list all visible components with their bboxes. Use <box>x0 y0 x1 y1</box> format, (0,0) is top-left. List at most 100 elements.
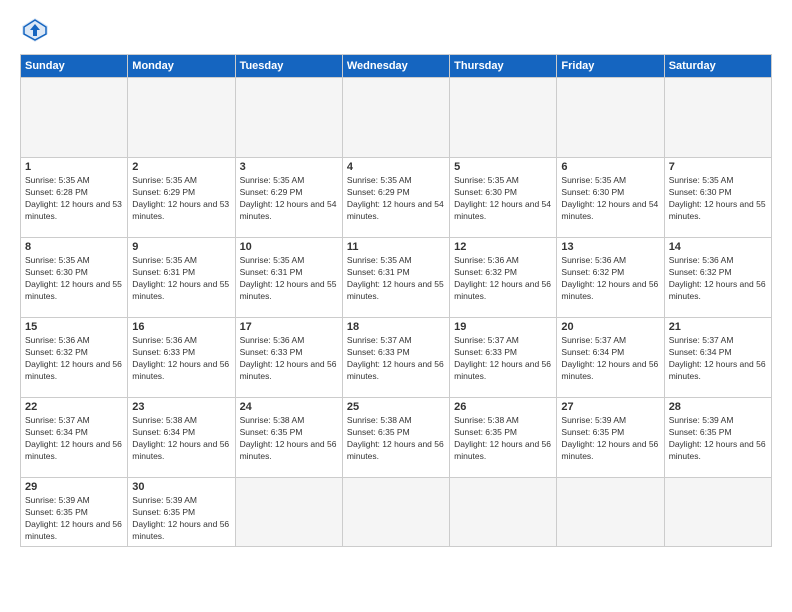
day-number: 22 <box>25 401 123 413</box>
table-row: 9Sunrise: 5:35 AMSunset: 6:31 PMDaylight… <box>128 238 235 318</box>
day-info: Sunrise: 5:35 AMSunset: 6:31 PMDaylight:… <box>347 255 445 303</box>
day-number: 2 <box>132 161 230 173</box>
day-info: Sunrise: 5:36 AMSunset: 6:32 PMDaylight:… <box>25 335 123 383</box>
day-number: 3 <box>240 161 338 173</box>
table-row <box>235 78 342 158</box>
table-row: 18 Sunrise: 5:37 AMSunset: 6:33 PMDayligh… <box>342 318 449 398</box>
day-info: Sunrise: 5:37 AMSunset: 6:33 PMDaylight:… <box>454 335 552 383</box>
table-row: 3 Sunrise: 5:35 AMSunset: 6:29 PMDaylight… <box>235 158 342 238</box>
table-row: 20 Sunrise: 5:37 AMSunset: 6:34 PMDayligh… <box>557 318 664 398</box>
day-info: Sunrise: 5:38 AMSunset: 6:35 PMDaylight:… <box>347 415 445 463</box>
day-info: Sunrise: 5:36 AMSunset: 6:32 PMDaylight:… <box>669 255 767 303</box>
day-number: 9 <box>132 241 230 253</box>
day-number: 4 <box>347 161 445 173</box>
table-row: 8 Sunrise: 5:35 AMSunset: 6:30 PMDaylight… <box>21 238 128 318</box>
calendar-week-row <box>21 78 772 158</box>
table-row: 13Sunrise: 5:36 AMSunset: 6:32 PMDayligh… <box>557 238 664 318</box>
calendar-table: Sunday Monday Tuesday Wednesday Thursday… <box>20 54 772 547</box>
calendar-week-row: 8 Sunrise: 5:35 AMSunset: 6:30 PMDaylight… <box>21 238 772 318</box>
day-info: Sunrise: 5:37 AMSunset: 6:34 PMDaylight:… <box>669 335 767 383</box>
table-row <box>557 478 664 547</box>
table-row <box>128 78 235 158</box>
header-friday: Friday <box>557 55 664 78</box>
day-number: 1 <box>25 161 123 173</box>
table-row: 19 Sunrise: 5:37 AMSunset: 6:33 PMDayligh… <box>450 318 557 398</box>
day-info: Sunrise: 5:38 AMSunset: 6:35 PMDaylight:… <box>240 415 338 463</box>
day-number: 27 <box>561 401 659 413</box>
day-number: 8 <box>25 241 123 253</box>
table-row: 16 Sunrise: 5:36 AMSunset: 6:33 PMDayligh… <box>128 318 235 398</box>
calendar-week-row: 22 Sunrise: 5:37 AMSunset: 6:34 PMDayligh… <box>21 398 772 478</box>
day-number: 19 <box>454 321 552 333</box>
day-info: Sunrise: 5:35 AMSunset: 6:31 PMDaylight:… <box>240 255 338 303</box>
day-number: 17 <box>240 321 338 333</box>
table-row <box>664 478 771 547</box>
table-row: 15 Sunrise: 5:36 AMSunset: 6:32 PMDayligh… <box>21 318 128 398</box>
day-info: Sunrise: 5:37 AMSunset: 6:34 PMDaylight:… <box>25 415 123 463</box>
table-row: 27 Sunrise: 5:39 AMSunset: 6:35 PMDayligh… <box>557 398 664 478</box>
table-row <box>664 78 771 158</box>
day-number: 10 <box>240 241 338 253</box>
table-row: 11Sunrise: 5:35 AMSunset: 6:31 PMDayligh… <box>342 238 449 318</box>
table-row: 1 Sunrise: 5:35 AMSunset: 6:28 PMDaylight… <box>21 158 128 238</box>
table-row: 4Sunrise: 5:35 AMSunset: 6:29 PMDaylight… <box>342 158 449 238</box>
table-row <box>235 478 342 547</box>
table-row: 10 Sunrise: 5:35 AMSunset: 6:31 PMDayligh… <box>235 238 342 318</box>
table-row: 14 Sunrise: 5:36 AMSunset: 6:32 PMDayligh… <box>664 238 771 318</box>
table-row: 24 Sunrise: 5:38 AMSunset: 6:35 PMDayligh… <box>235 398 342 478</box>
day-number: 6 <box>561 161 659 173</box>
table-row: 26 Sunrise: 5:38 AMSunset: 6:35 PMDayligh… <box>450 398 557 478</box>
day-number: 16 <box>132 321 230 333</box>
day-number: 18 <box>347 321 445 333</box>
day-info: Sunrise: 5:36 AMSunset: 6:33 PMDaylight:… <box>132 335 230 383</box>
header-saturday: Saturday <box>664 55 771 78</box>
day-info: Sunrise: 5:35 AMSunset: 6:30 PMDaylight:… <box>669 175 767 223</box>
day-info: Sunrise: 5:37 AMSunset: 6:34 PMDaylight:… <box>561 335 659 383</box>
header-tuesday: Tuesday <box>235 55 342 78</box>
day-number: 14 <box>669 241 767 253</box>
day-info: Sunrise: 5:39 AMSunset: 6:35 PMDaylight:… <box>669 415 767 463</box>
day-number: 24 <box>240 401 338 413</box>
table-row: 21 Sunrise: 5:37 AMSunset: 6:34 PMDayligh… <box>664 318 771 398</box>
day-info: Sunrise: 5:35 AMSunset: 6:29 PMDaylight:… <box>240 175 338 223</box>
day-info: Sunrise: 5:36 AMSunset: 6:32 PMDaylight:… <box>561 255 659 303</box>
calendar-week-row: 1 Sunrise: 5:35 AMSunset: 6:28 PMDaylight… <box>21 158 772 238</box>
day-info: Sunrise: 5:38 AMSunset: 6:35 PMDaylight:… <box>454 415 552 463</box>
day-info: Sunrise: 5:35 AMSunset: 6:30 PMDaylight:… <box>25 255 123 303</box>
calendar-week-row: 29 Sunrise: 5:39 AMSunset: 6:35 PMDayligh… <box>21 478 772 547</box>
day-number: 30 <box>132 481 230 493</box>
table-row: 5Sunrise: 5:35 AMSunset: 6:30 PMDaylight… <box>450 158 557 238</box>
calendar-week-row: 15 Sunrise: 5:36 AMSunset: 6:32 PMDayligh… <box>21 318 772 398</box>
header <box>20 16 772 44</box>
table-row: 2Sunrise: 5:35 AMSunset: 6:29 PMDaylight… <box>128 158 235 238</box>
header-wednesday: Wednesday <box>342 55 449 78</box>
table-row: 25Sunrise: 5:38 AMSunset: 6:35 PMDayligh… <box>342 398 449 478</box>
day-info: Sunrise: 5:39 AMSunset: 6:35 PMDaylight:… <box>561 415 659 463</box>
table-row <box>450 78 557 158</box>
day-info: Sunrise: 5:39 AMSunset: 6:35 PMDaylight:… <box>132 495 230 543</box>
table-row: 28Sunrise: 5:39 AMSunset: 6:35 PMDayligh… <box>664 398 771 478</box>
table-row: 29 Sunrise: 5:39 AMSunset: 6:35 PMDayligh… <box>21 478 128 547</box>
day-number: 20 <box>561 321 659 333</box>
logo <box>20 16 54 44</box>
day-number: 12 <box>454 241 552 253</box>
day-number: 15 <box>25 321 123 333</box>
table-row <box>450 478 557 547</box>
day-number: 29 <box>25 481 123 493</box>
day-info: Sunrise: 5:35 AMSunset: 6:28 PMDaylight:… <box>25 175 123 223</box>
table-row <box>342 78 449 158</box>
day-number: 26 <box>454 401 552 413</box>
table-row <box>342 478 449 547</box>
table-row: 7Sunrise: 5:35 AMSunset: 6:30 PMDaylight… <box>664 158 771 238</box>
table-row: 23Sunrise: 5:38 AMSunset: 6:34 PMDayligh… <box>128 398 235 478</box>
table-row: 22 Sunrise: 5:37 AMSunset: 6:34 PMDayligh… <box>21 398 128 478</box>
header-monday: Monday <box>128 55 235 78</box>
day-info: Sunrise: 5:37 AMSunset: 6:33 PMDaylight:… <box>347 335 445 383</box>
page: Sunday Monday Tuesday Wednesday Thursday… <box>0 0 792 612</box>
day-info: Sunrise: 5:35 AMSunset: 6:30 PMDaylight:… <box>561 175 659 223</box>
day-info: Sunrise: 5:39 AMSunset: 6:35 PMDaylight:… <box>25 495 123 543</box>
day-number: 21 <box>669 321 767 333</box>
header-sunday: Sunday <box>21 55 128 78</box>
day-info: Sunrise: 5:38 AMSunset: 6:34 PMDaylight:… <box>132 415 230 463</box>
table-row: 12Sunrise: 5:36 AMSunset: 6:32 PMDayligh… <box>450 238 557 318</box>
